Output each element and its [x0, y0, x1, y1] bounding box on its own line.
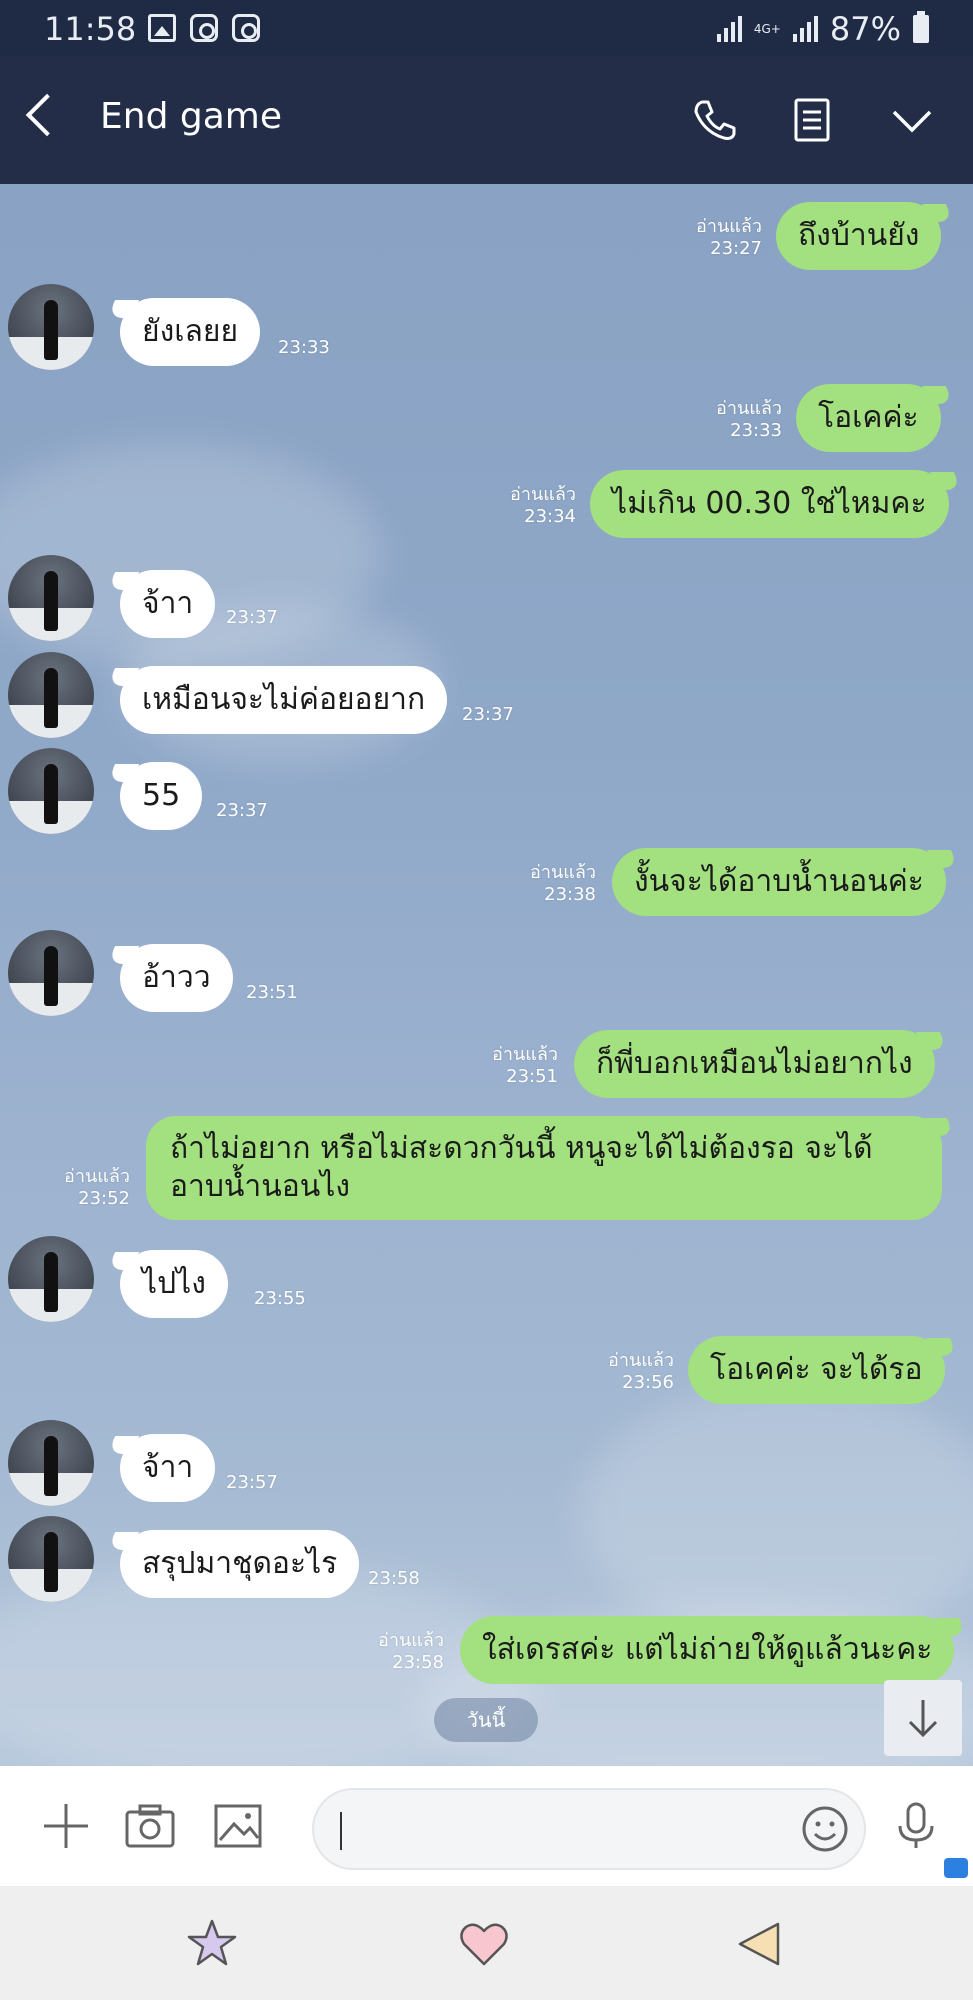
battery-icon [913, 11, 929, 43]
message-bubble-out[interactable]: ถึงบ้านยัง [776, 202, 942, 270]
notes-icon[interactable] [788, 96, 836, 144]
message-time: 23:33 [278, 337, 330, 358]
message-bubble-in[interactable]: ยังเลยย [120, 298, 261, 366]
message-bubble-out[interactable]: ไม่เกิน 00.30 ใช่ไหมคะ [590, 470, 949, 538]
message-bubble-in[interactable]: อ้าวว [120, 944, 233, 1012]
message-meta: อ่านแล้ว 23:34 [510, 484, 576, 527]
message-bubble-out[interactable]: ใส่เดรสค่ะ แต่ไม่ถ่ายให้ดูแล้วนะคะ [460, 1616, 955, 1684]
signal-icon-2 [792, 16, 818, 42]
message-bubble-in[interactable]: ไปไง [120, 1250, 228, 1318]
message-meta: อ่านแล้ว 23:56 [608, 1350, 674, 1393]
message-time: 23:37 [462, 704, 514, 725]
message-time: 23:57 [226, 1472, 278, 1493]
keyboard-badge-icon [944, 1858, 968, 1878]
plus-icon[interactable] [40, 1800, 92, 1852]
message-time: 23:55 [254, 1288, 306, 1309]
message-bubble-out[interactable]: งั้นจะได้อาบน้ำนอนค่ะ [612, 848, 946, 916]
notification-icons [148, 14, 260, 42]
message-bubble-out[interactable]: โอเคค่ะ จะได้รอ [688, 1336, 945, 1404]
back-triangle-icon[interactable] [732, 1916, 788, 1972]
message-bubble-in[interactable]: เหมือนจะไม่ค่อยอยาก [120, 666, 448, 734]
contact-avatar[interactable] [8, 1516, 94, 1602]
network-type: 4G+ [753, 22, 781, 36]
chat-header: End game [0, 56, 973, 184]
message-bubble-in[interactable]: สรุปมาชุดอะไร [120, 1530, 360, 1598]
contact-avatar[interactable] [8, 1420, 94, 1506]
microphone-icon[interactable] [890, 1800, 942, 1852]
contact-avatar[interactable] [8, 1236, 94, 1322]
chevron-down-icon[interactable] [888, 96, 936, 144]
emoji-icon[interactable] [800, 1804, 850, 1854]
system-nav-bar [0, 1886, 973, 2000]
message-meta: อ่านแล้ว 23:58 [378, 1630, 444, 1673]
contact-avatar[interactable] [8, 652, 94, 738]
message-time: 23:51 [246, 982, 298, 1003]
back-icon[interactable] [25, 93, 69, 137]
input-bar [0, 1766, 973, 1886]
message-meta: อ่านแล้ว 23:33 [716, 398, 782, 441]
instagram-notification-icon-2 [232, 14, 260, 42]
message-bubble-in[interactable]: 55 [120, 762, 203, 830]
text-caret [340, 1812, 342, 1850]
image-icon[interactable] [212, 1800, 264, 1852]
message-time: 23:37 [226, 607, 278, 628]
message-bubble-in[interactable]: จ้าา [120, 1434, 216, 1502]
star-icon[interactable] [184, 1916, 240, 1972]
message-bubble-out[interactable]: ถ้าไม่อยาก หรือไม่สะดวกวันนี้ หนูจะได้ไม… [146, 1116, 942, 1220]
contact-avatar[interactable] [8, 284, 94, 370]
gallery-notification-icon [148, 14, 176, 42]
status-right: 4G+ 87% [716, 10, 929, 48]
message-bubble-in[interactable]: จ้าา [120, 570, 216, 638]
contact-avatar[interactable] [8, 555, 94, 641]
message-meta: อ่านแล้ว 23:38 [530, 862, 596, 905]
camera-icon[interactable] [124, 1800, 176, 1852]
message-meta: อ่านแล้ว 23:52 [64, 1166, 130, 1209]
contact-avatar[interactable] [8, 930, 94, 1016]
status-time: 11:58 [44, 10, 137, 48]
message-input[interactable] [312, 1788, 866, 1870]
heart-icon[interactable] [456, 1916, 512, 1972]
signal-icon [716, 16, 742, 42]
message-meta: อ่านแล้ว 23:51 [492, 1044, 558, 1087]
contact-avatar[interactable] [8, 748, 94, 834]
message-meta: อ่านแล้ว 23:27 [696, 216, 762, 259]
message-bubble-out[interactable]: ก็พี่บอกเหมือนไม่อยากไง [574, 1030, 935, 1098]
date-chip: วันนี้ [434, 1698, 538, 1742]
message-time: 23:58 [368, 1568, 420, 1589]
status-bar: 11:58 4G+ 87% [0, 0, 973, 56]
scroll-to-bottom-button[interactable] [884, 1680, 962, 1756]
phone-icon[interactable] [690, 96, 738, 144]
message-time: 23:37 [216, 800, 268, 821]
message-bubble-out[interactable]: โอเคค่ะ [796, 384, 941, 452]
battery-level: 87% [829, 10, 901, 48]
chat-title: End game [100, 96, 282, 137]
instagram-notification-icon [190, 14, 218, 42]
